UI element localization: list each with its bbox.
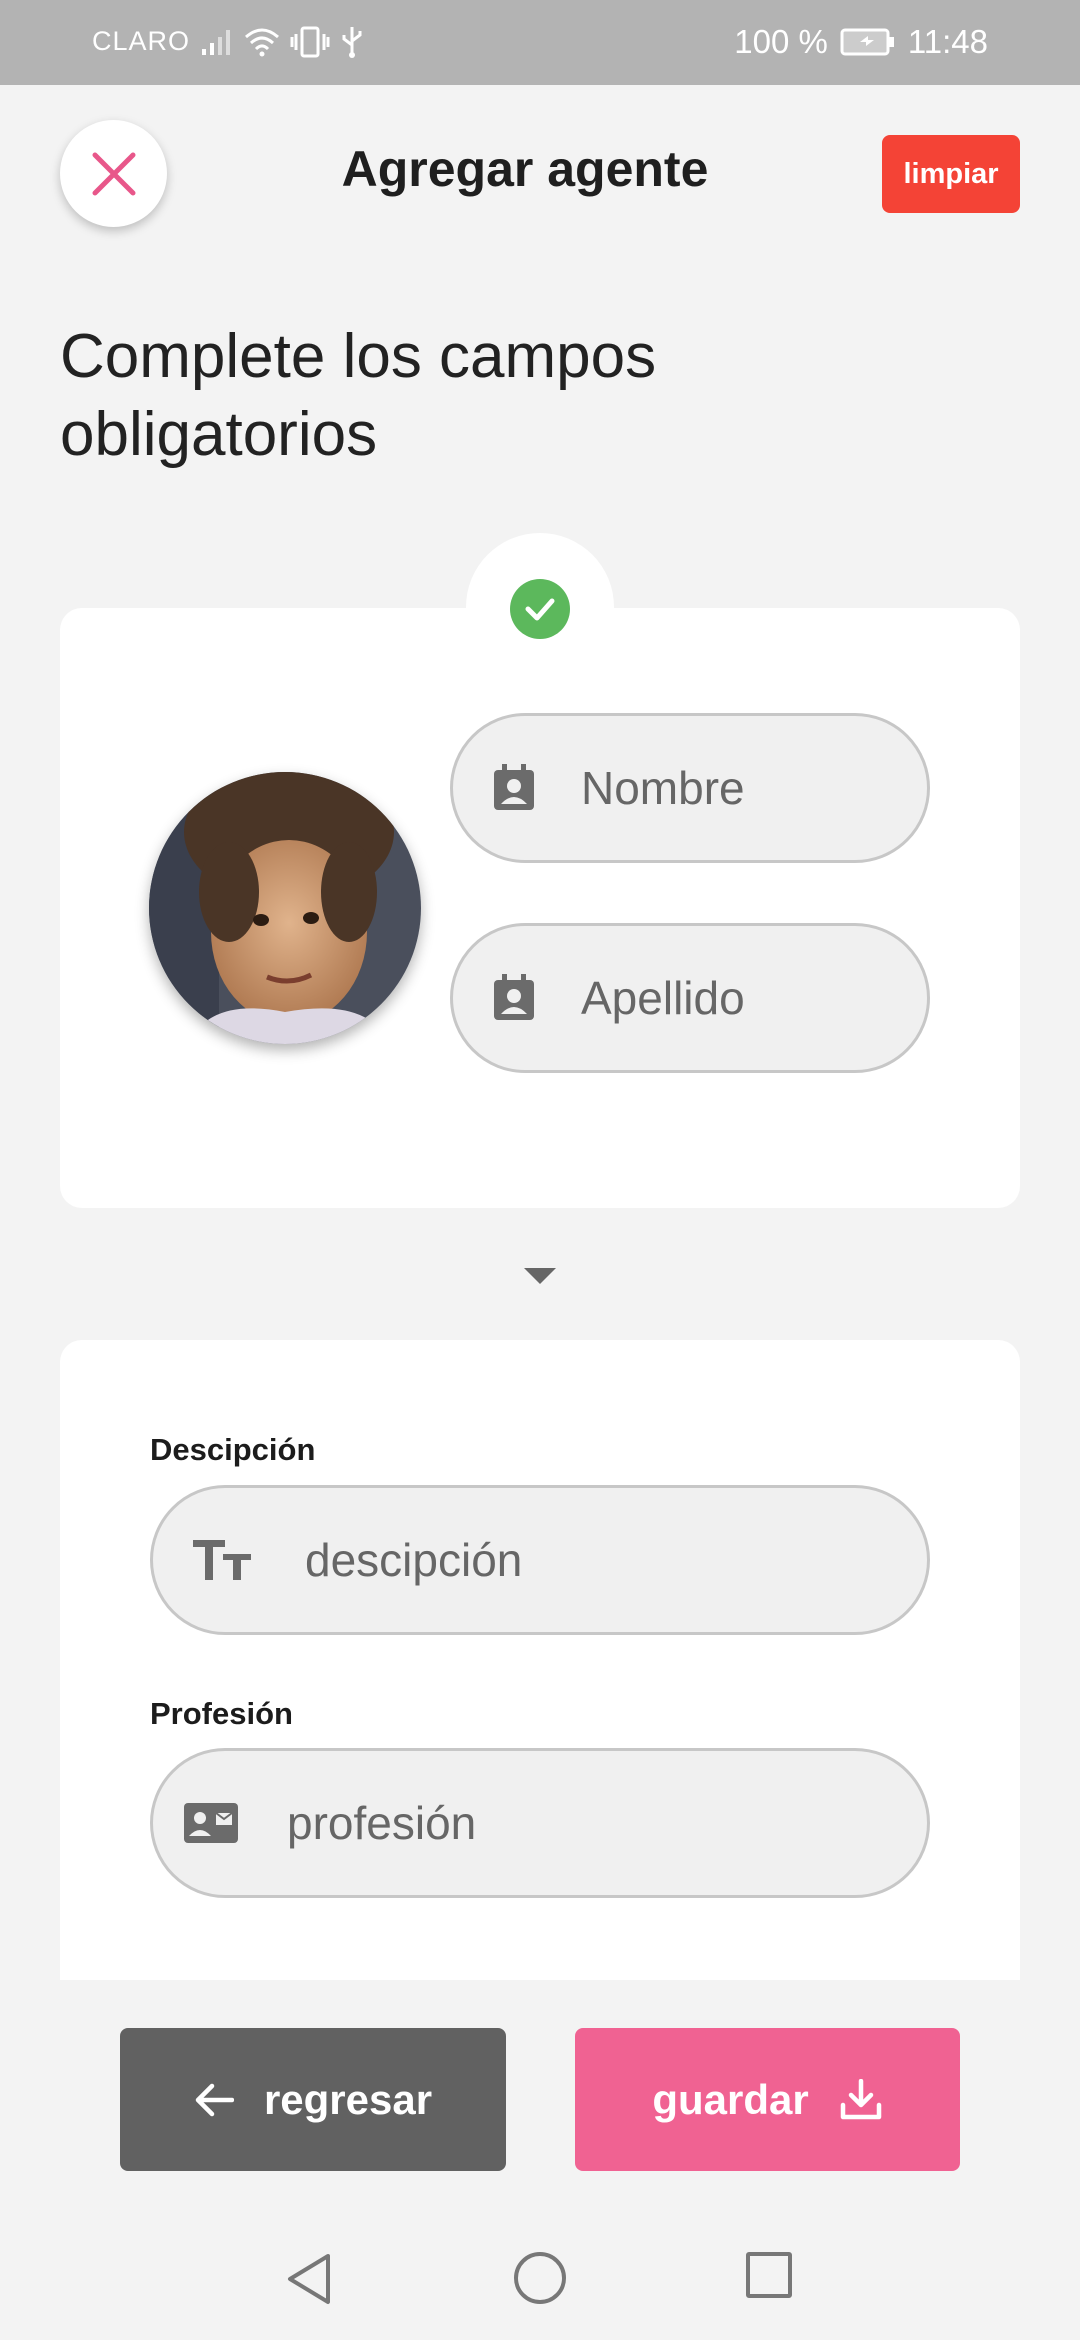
description-input[interactable] bbox=[305, 1533, 927, 1587]
profession-label: Profesión bbox=[150, 1696, 293, 1731]
contact-card-icon bbox=[489, 973, 539, 1023]
download-icon bbox=[840, 2078, 881, 2119]
signal-icon bbox=[202, 30, 230, 55]
close-button[interactable] bbox=[60, 120, 167, 227]
description-label: Descipción bbox=[150, 1432, 316, 1467]
save-button[interactable]: guardar bbox=[575, 2028, 960, 2171]
back-button-label: regresar bbox=[263, 2075, 433, 2123]
expand-caret-icon[interactable] bbox=[524, 1268, 556, 1284]
clock: 11:48 bbox=[907, 23, 988, 60]
usb-icon bbox=[342, 27, 362, 58]
avatar-photo bbox=[149, 772, 421, 1044]
close-icon bbox=[92, 152, 135, 195]
back-button[interactable]: regresar bbox=[120, 2028, 506, 2171]
save-button-label: guardar bbox=[652, 2075, 809, 2123]
battery-percent: 100 % bbox=[734, 23, 828, 60]
nav-back-icon[interactable] bbox=[284, 2252, 334, 2306]
avatar[interactable] bbox=[149, 772, 421, 1044]
vibrate-icon bbox=[290, 26, 330, 58]
system-nav-bar bbox=[0, 2210, 1080, 2340]
profession-input[interactable] bbox=[287, 1796, 927, 1850]
wifi-icon bbox=[245, 28, 279, 57]
last-name-input[interactable] bbox=[581, 971, 927, 1025]
page-title: Agregar agente bbox=[341, 141, 709, 197]
description-field[interactable] bbox=[150, 1485, 930, 1635]
battery-icon bbox=[840, 28, 894, 56]
id-card-icon bbox=[183, 1798, 239, 1848]
carrier-name: CLARO bbox=[92, 26, 191, 56]
status-icons bbox=[200, 20, 364, 64]
contact-card-icon bbox=[489, 763, 539, 813]
profession-field[interactable] bbox=[150, 1748, 930, 1898]
nav-home-icon[interactable] bbox=[514, 2252, 566, 2304]
form-instructions: Complete los campos obligatorios bbox=[60, 322, 657, 469]
arrow-left-icon bbox=[195, 2083, 234, 2116]
check-circle-icon bbox=[510, 579, 570, 639]
status-right: 100 % 11:48 bbox=[734, 20, 988, 64]
status-bar: CLARO 100 % 11:48 bbox=[0, 0, 1080, 85]
first-name-field[interactable] bbox=[450, 713, 930, 863]
last-name-field[interactable] bbox=[450, 923, 930, 1073]
clear-button[interactable]: limpiar bbox=[882, 135, 1020, 213]
text-size-icon bbox=[191, 1535, 253, 1585]
first-name-input[interactable] bbox=[581, 761, 927, 815]
nav-recents-icon[interactable] bbox=[746, 2252, 792, 2298]
